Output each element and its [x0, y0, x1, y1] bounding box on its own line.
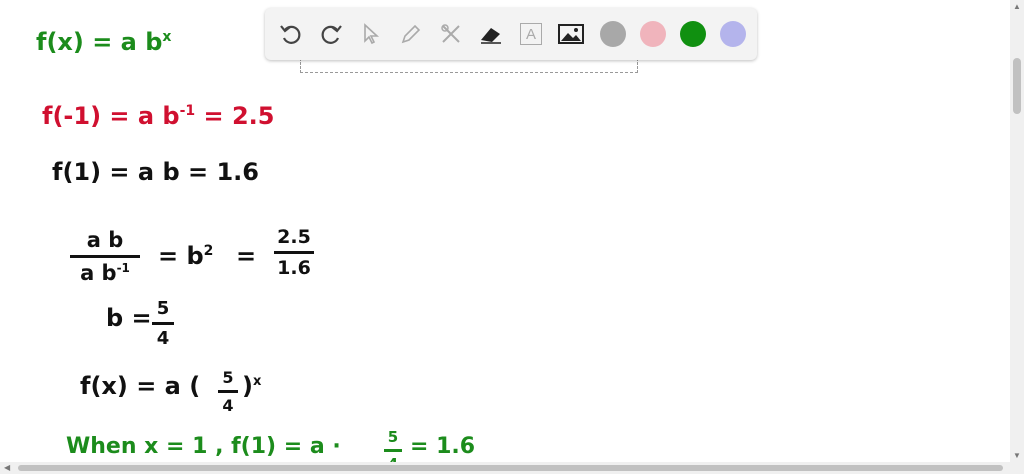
select-button[interactable]	[353, 16, 389, 52]
pen-button[interactable]	[393, 16, 429, 52]
color-lavender-swatch[interactable]	[720, 21, 746, 47]
equation-text: f(1) = a b = 1.6	[52, 158, 259, 186]
image-icon	[558, 24, 584, 44]
fraction-5-over-4: 5 4	[152, 298, 174, 349]
numerator: 5	[156, 298, 170, 319]
vertical-scrollbar[interactable]: ▲ ▼	[1010, 0, 1024, 462]
fraction-bar	[70, 255, 140, 258]
numerator: 2.5	[277, 226, 311, 248]
denominator: 1.6	[277, 257, 311, 279]
eraser-icon	[481, 28, 501, 44]
equation-rhs: = 2.5	[203, 102, 275, 130]
pen-icon	[401, 24, 421, 44]
equals-1-6: = 1.6	[410, 434, 476, 459]
redo-button[interactable]	[313, 16, 349, 52]
b-equals: b =	[106, 304, 152, 332]
equals-b-squared: = b2	[158, 242, 214, 270]
horizontal-scrollbar[interactable]: ◀	[0, 462, 1024, 474]
scroll-up-arrow-icon[interactable]: ▲	[1013, 2, 1021, 11]
denominator: a b-1	[80, 261, 130, 285]
vertical-scroll-thumb[interactable]	[1013, 58, 1021, 114]
denominator: 4	[156, 328, 170, 349]
exponent: x	[162, 29, 172, 45]
close-paren: )x	[242, 372, 262, 400]
fraction-bar	[384, 449, 402, 452]
fraction-ab-over-ab-inv: a b a b-1	[70, 228, 140, 285]
numerator: 5	[222, 368, 234, 387]
tools-button[interactable]	[433, 16, 469, 52]
select-pointer-icon	[364, 23, 380, 45]
selection-outline	[300, 58, 638, 73]
color-green-swatch[interactable]	[680, 21, 706, 47]
drawing-toolbar: A	[265, 8, 757, 60]
text-button[interactable]: A	[513, 16, 549, 52]
equals-sign: =	[236, 242, 257, 270]
undo-icon	[280, 25, 301, 44]
equation-text: f(-1) = a b	[42, 102, 180, 130]
scroll-down-arrow-icon[interactable]: ▼	[1013, 451, 1021, 460]
fraction-bar	[218, 390, 238, 393]
fraction-bar	[274, 251, 314, 254]
fraction-bar	[152, 322, 174, 325]
image-button[interactable]	[553, 16, 589, 52]
numerator: a b	[86, 228, 124, 252]
color-pink-swatch[interactable]	[640, 21, 666, 47]
equation-text: f(x) = a b	[36, 28, 163, 56]
denominator: 4	[388, 455, 398, 462]
eraser-button[interactable]	[473, 16, 509, 52]
numerator: 5	[387, 428, 399, 446]
tools-icon	[441, 24, 460, 43]
equation-f-neg1: f(-1) = a b-1 = 2.5	[42, 104, 275, 128]
exponent: -1	[179, 103, 196, 119]
text-icon: A	[520, 23, 542, 45]
when-x-equals-1: When x = 1 , f(1) = a ·	[66, 434, 341, 459]
fraction-5-over-4-paren: 5 4	[218, 368, 238, 415]
fraction-2-5-over-1-6: 2.5 1.6	[274, 226, 314, 279]
equation-f-1: f(1) = a b = 1.6	[52, 160, 259, 184]
fraction-5-over-4-green: 5 4	[384, 428, 402, 462]
scroll-left-arrow-icon[interactable]: ◀	[4, 463, 10, 472]
redo-icon	[321, 25, 342, 44]
whiteboard-canvas[interactable]: f(x) = a bx f(-1) = a b-1 = 2.5 f(1) = a…	[0, 0, 1010, 462]
horizontal-scroll-thumb[interactable]	[18, 465, 1003, 471]
equation-general-form: f(x) = a bx	[36, 30, 171, 54]
undo-button[interactable]	[273, 16, 309, 52]
denominator: 4	[222, 396, 234, 415]
color-gray-swatch[interactable]	[600, 21, 626, 47]
f-x-expression: f(x) = a (	[80, 372, 201, 400]
